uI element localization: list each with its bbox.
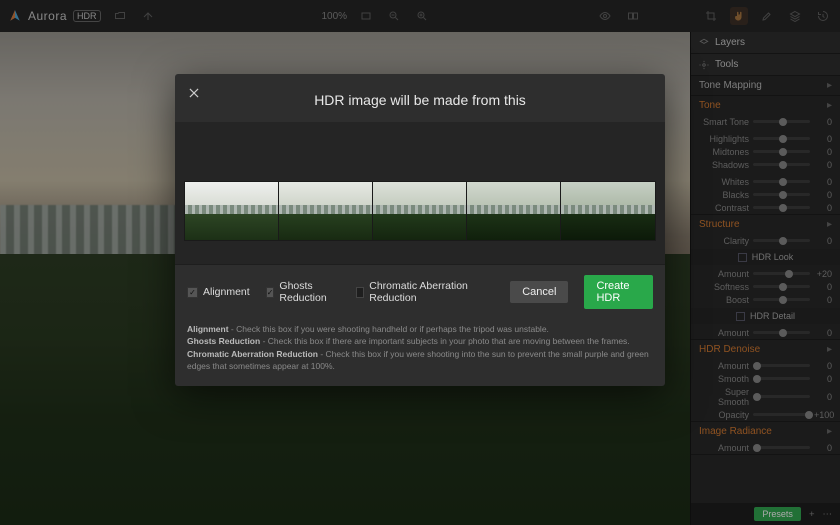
dialog-hints: Alignment - Check this box if you were s… [175, 315, 665, 386]
bracket-thumb[interactable] [373, 182, 467, 240]
chromatic-checkbox[interactable]: Chromatic Aberration Reduction [356, 280, 479, 304]
bracket-preview [175, 122, 665, 264]
dialog-options: ✓Alignment ✓Ghosts Reduction Chromatic A… [175, 264, 665, 315]
bracket-thumb[interactable] [467, 182, 561, 240]
close-icon[interactable] [187, 86, 203, 102]
alignment-checkbox[interactable]: ✓Alignment [187, 286, 250, 298]
bracket-thumb[interactable] [561, 182, 655, 240]
cancel-button[interactable]: Cancel [510, 281, 568, 303]
bracket-thumb[interactable] [279, 182, 373, 240]
hdr-create-dialog: HDR image will be made from this ✓Alignm… [175, 74, 665, 386]
create-hdr-button[interactable]: Create HDR [584, 275, 653, 309]
dialog-title: HDR image will be made from this [175, 74, 665, 122]
bracket-thumb[interactable] [185, 182, 279, 240]
ghosts-checkbox[interactable]: ✓Ghosts Reduction [266, 280, 340, 304]
